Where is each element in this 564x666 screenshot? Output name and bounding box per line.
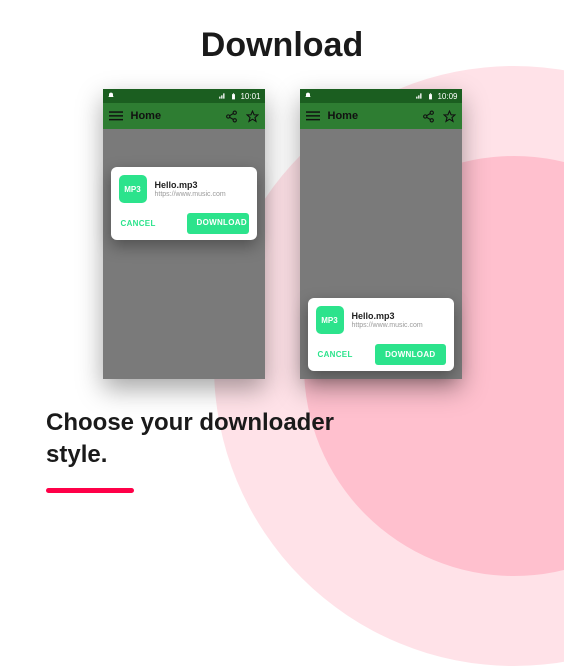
page-title: Download [0, 26, 564, 65]
signal-icon [218, 92, 227, 100]
download-button[interactable]: DOWNLOAD [375, 344, 445, 365]
toolbar: Home [103, 103, 265, 129]
statusbar: 10:01 [103, 89, 265, 103]
toolbar-title: Home [131, 110, 217, 122]
download-dialog-bottom: MP3 Hello.mp3 https://www.music.com CANC… [308, 298, 454, 371]
phone-right: 10:09 Home MP3 Hello.mp3 ht [300, 89, 462, 379]
phones-row: 10:01 Home MP3 Hello.mp3 ht [0, 89, 564, 379]
subtitle-line-1: Choose your downloader [46, 409, 334, 436]
menu-icon[interactable] [109, 109, 123, 123]
battery-icon [427, 92, 434, 101]
statusbar: 10:09 [300, 89, 462, 103]
toolbar: Home [300, 103, 462, 129]
accent-underline [46, 488, 134, 493]
star-icon[interactable] [246, 110, 259, 123]
download-dialog-centered: MP3 Hello.mp3 https://www.music.com CANC… [111, 167, 257, 240]
file-name: Hello.mp3 [155, 180, 226, 190]
file-url: https://www.music.com [155, 191, 226, 198]
file-type-badge: MP3 [119, 175, 147, 203]
file-url: https://www.music.com [352, 322, 423, 329]
clock-text: 10:09 [437, 92, 457, 101]
share-icon[interactable] [225, 110, 238, 123]
share-icon[interactable] [422, 110, 435, 123]
cancel-button[interactable]: CANCEL [316, 346, 355, 363]
clock-text: 10:01 [240, 92, 260, 101]
star-icon[interactable] [443, 110, 456, 123]
menu-icon[interactable] [306, 109, 320, 123]
notification-icon [107, 92, 115, 100]
download-button[interactable]: DOWNLOAD [187, 213, 249, 234]
battery-icon [230, 92, 237, 101]
cancel-button[interactable]: CANCEL [119, 215, 158, 232]
file-type-badge: MP3 [316, 306, 344, 334]
signal-icon [415, 92, 424, 100]
file-name: Hello.mp3 [352, 311, 423, 321]
phone-left: 10:01 Home MP3 Hello.mp3 ht [103, 89, 265, 379]
subtitle: Choose your downloader style. [46, 407, 564, 472]
notification-icon [304, 92, 312, 100]
toolbar-title: Home [328, 110, 414, 122]
subtitle-line-2: style. [46, 441, 107, 468]
